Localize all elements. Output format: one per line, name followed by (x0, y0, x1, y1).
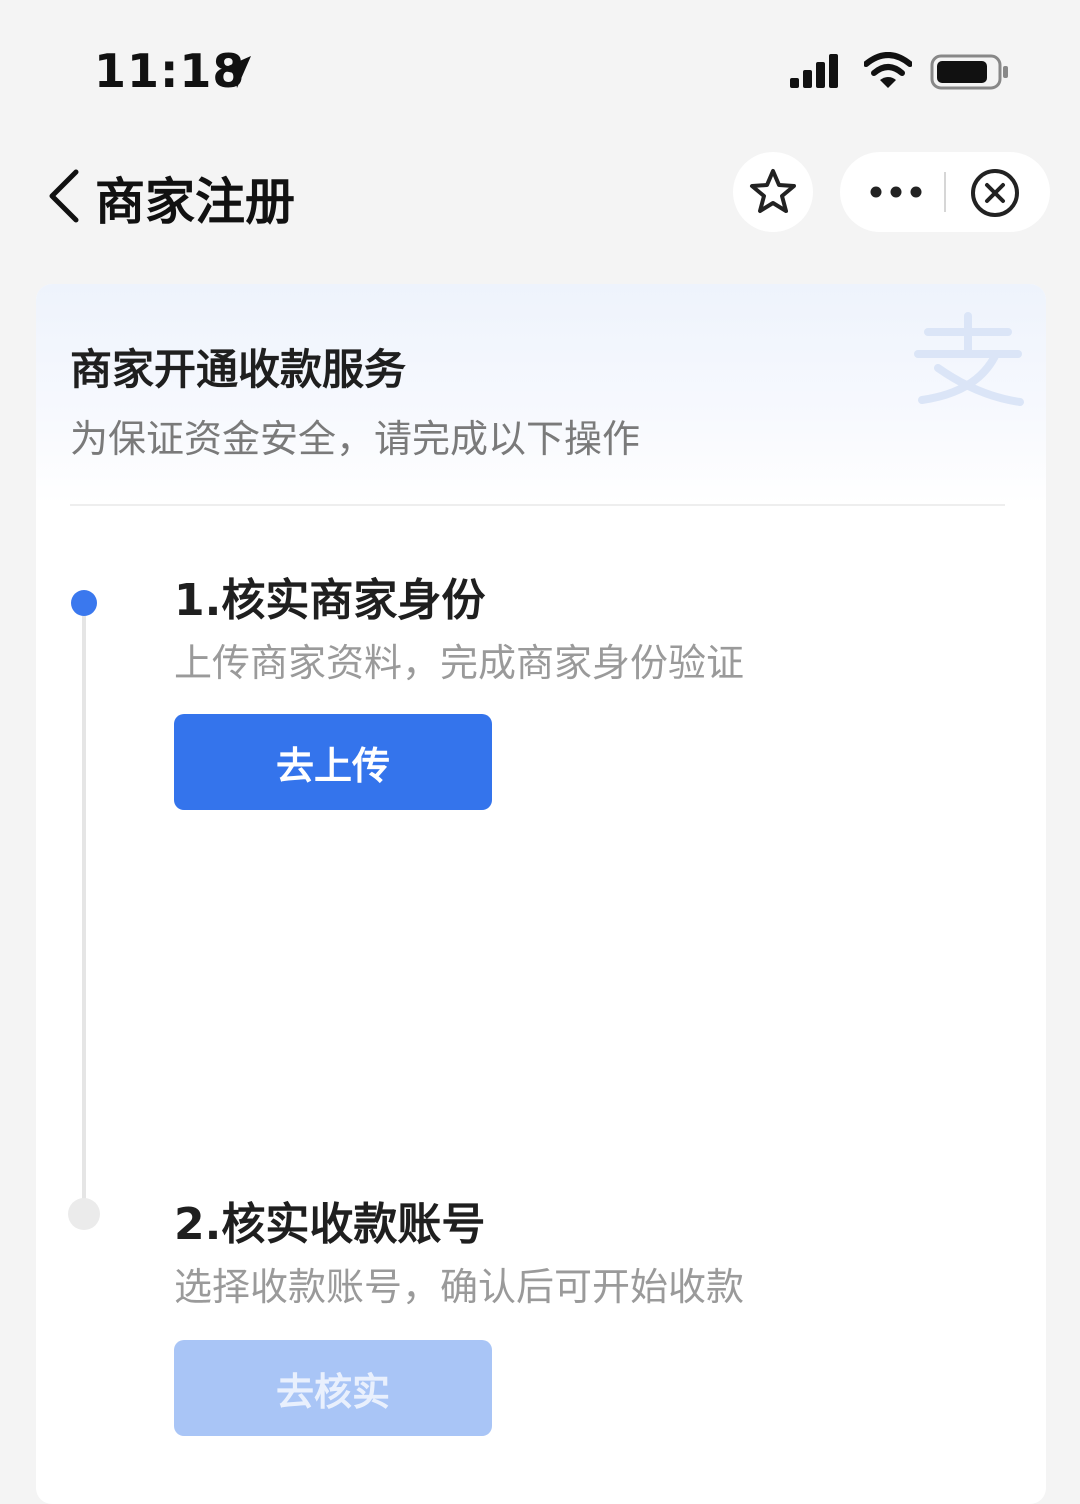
step-2-title: 2.核实收款账号 (174, 1199, 486, 1250)
navigation-bar: 商家注册 (0, 140, 1080, 250)
back-icon[interactable] (44, 168, 84, 224)
card-divider (70, 504, 1005, 506)
verify-button[interactable]: 去核实 (174, 1340, 492, 1436)
step-2-indicator (68, 1198, 100, 1230)
wifi-icon (864, 52, 912, 88)
signal-icon (790, 54, 838, 88)
step-1-title: 1.核实商家身份 (174, 575, 486, 626)
card-title: 商家开通收款服务 (70, 345, 407, 394)
step-2-description: 选择收款账号，确认后可开始收款 (174, 1265, 745, 1309)
step-1-description: 上传商家资料，完成商家身份验证 (174, 641, 745, 685)
more-icon[interactable] (868, 184, 924, 200)
step-1-indicator (71, 590, 97, 616)
location-arrow-icon (219, 56, 251, 88)
registration-card: 商家开通收款服务 为保证资金安全，请完成以下操作 1.核实商家身份 上传商家资料… (36, 284, 1046, 1504)
star-icon (750, 169, 796, 213)
alipay-logo-icon (914, 312, 1024, 406)
status-bar: 11:18 (0, 0, 1080, 130)
favorite-button[interactable] (733, 152, 813, 232)
card-subtitle: 为保证资金安全，请完成以下操作 (70, 417, 641, 461)
page-title: 商家注册 (95, 173, 295, 231)
close-icon[interactable] (970, 168, 1020, 218)
capsule-divider (944, 172, 946, 212)
mini-app-capsule (840, 152, 1050, 232)
timeline-line (82, 602, 86, 1212)
card-header: 商家开通收款服务 为保证资金安全，请完成以下操作 (36, 284, 1046, 504)
battery-icon (930, 54, 1008, 90)
upload-button[interactable]: 去上传 (174, 714, 492, 810)
